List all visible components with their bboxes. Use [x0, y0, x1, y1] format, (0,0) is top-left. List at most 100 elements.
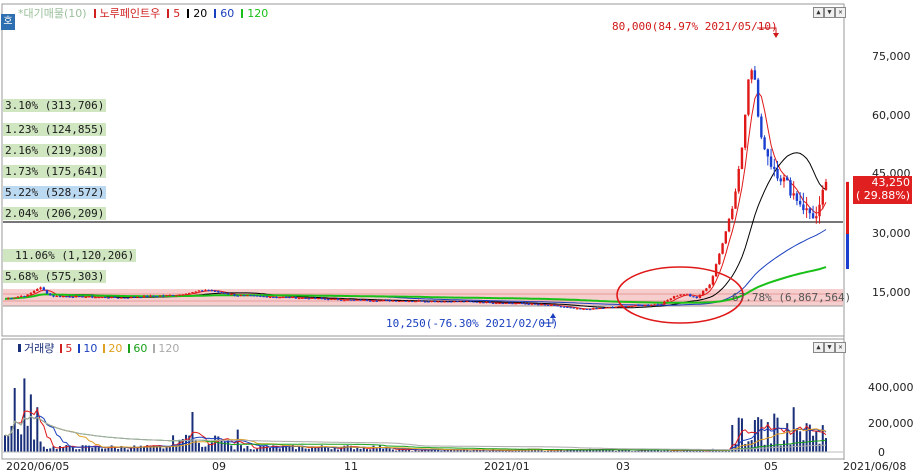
candle-body	[401, 300, 404, 302]
candle-body	[433, 301, 437, 303]
candle-body	[255, 295, 259, 297]
candle-body	[737, 168, 740, 192]
candle-body	[676, 295, 679, 297]
volume-bar	[372, 445, 375, 452]
candle-body	[811, 213, 815, 219]
panel-up-button[interactable]: ▲	[813, 7, 824, 18]
candle-body	[126, 297, 130, 299]
volume-profile-label: 3.10% (313,706)	[3, 99, 107, 112]
candle-body	[605, 307, 608, 309]
candle-body	[74, 296, 78, 298]
volume-bar	[197, 442, 200, 452]
candle-body	[472, 301, 475, 303]
legend-ma5[interactable]: 5	[173, 7, 180, 20]
legend-vol-ma20[interactable]: 20	[108, 342, 122, 355]
legend-vol-ma60[interactable]: 60	[133, 342, 147, 355]
volume-bar	[323, 447, 326, 452]
volume-bar	[812, 435, 815, 452]
candle-body	[679, 294, 682, 296]
volume-bar	[16, 429, 19, 452]
volume-bar	[243, 448, 246, 452]
candle-body	[756, 79, 760, 117]
volume-panel-down-button[interactable]: ▼	[824, 342, 835, 353]
legend-ma120[interactable]: 120	[247, 7, 268, 20]
legend-vol-ma5[interactable]: 5	[65, 342, 72, 355]
candle-body	[818, 204, 821, 217]
volume-bar	[91, 447, 94, 452]
legend-stock-name[interactable]: 노루페인트우	[100, 5, 161, 21]
candle-body	[553, 304, 556, 306]
volume-bar	[262, 445, 265, 452]
candle-body	[142, 295, 146, 298]
candle-body	[724, 231, 727, 244]
legend-marker	[18, 344, 21, 352]
candle-body	[213, 290, 217, 292]
volume-bar	[356, 447, 359, 452]
candle-body	[246, 295, 249, 297]
volume-profile-label: 11.06% (1,120,206)	[3, 249, 137, 262]
volume-bar	[795, 428, 798, 452]
candle-body	[511, 303, 514, 305]
candle-body	[643, 304, 647, 306]
candle-body	[275, 297, 278, 299]
candle-body	[297, 298, 301, 300]
candle-body	[659, 304, 663, 306]
panel-down-button[interactable]: ▼	[824, 7, 835, 18]
legend-vol-ma120[interactable]: 120	[158, 342, 179, 355]
candle-body	[110, 296, 113, 298]
legend-ma60[interactable]: 60	[220, 7, 234, 20]
candle-body	[595, 308, 598, 310]
candle-body	[32, 290, 36, 293]
candle-body	[766, 149, 770, 157]
candle-body	[650, 305, 653, 307]
candle-body	[760, 116, 763, 138]
candle-body	[698, 294, 702, 299]
candle-body	[200, 290, 204, 292]
volume-bar	[49, 448, 52, 452]
candle-body	[734, 191, 737, 209]
volume-panel-up-button[interactable]: ▲	[813, 342, 824, 353]
candle-body	[537, 304, 540, 306]
candle-body	[265, 296, 269, 298]
mode-button[interactable]: 호	[1, 14, 15, 30]
legend-vol-ma10[interactable]: 10	[83, 342, 97, 355]
candle-body	[582, 308, 585, 310]
candle-body	[449, 301, 453, 303]
candle-body	[349, 299, 353, 301]
legend-ma20[interactable]: 20	[193, 7, 207, 20]
volume-bar	[100, 448, 103, 452]
candle-body	[155, 296, 159, 298]
candle-body	[798, 200, 802, 205]
stock-chart-canvas[interactable]	[0, 0, 914, 476]
panel-close-button[interactable]: ✕	[835, 7, 846, 18]
volume-bar	[204, 446, 207, 452]
candle-body	[288, 297, 291, 299]
candle-body	[58, 296, 62, 298]
candle-body	[210, 290, 214, 292]
candle-body	[372, 300, 375, 302]
price-panel-frame	[1, 3, 845, 337]
candle-body	[656, 304, 660, 306]
volume-bar	[81, 445, 84, 452]
candle-body	[87, 296, 91, 298]
candle-body	[259, 295, 262, 297]
candle-body	[249, 295, 252, 297]
legend-marker	[214, 8, 217, 18]
candle-body	[475, 301, 479, 303]
candle-body	[647, 304, 650, 306]
volume-bar	[230, 445, 233, 452]
volume-bar	[333, 447, 336, 452]
legend-volume[interactable]: 거래량	[24, 340, 54, 356]
candle-body	[524, 303, 527, 305]
volume-profile-label: 67.78% (6,867,564)	[732, 291, 852, 304]
volume-panel-close-button[interactable]: ✕	[835, 342, 846, 353]
candle-body	[133, 296, 136, 298]
candle-body	[13, 297, 16, 299]
volume-bar	[207, 444, 210, 452]
volume-bar	[782, 440, 785, 452]
volume-profile-label: 5.68% (575,303)	[3, 270, 107, 283]
candle-body	[559, 306, 563, 308]
candle-body	[466, 301, 469, 303]
volume-bar	[278, 448, 281, 452]
date-tick: 11	[344, 460, 358, 473]
